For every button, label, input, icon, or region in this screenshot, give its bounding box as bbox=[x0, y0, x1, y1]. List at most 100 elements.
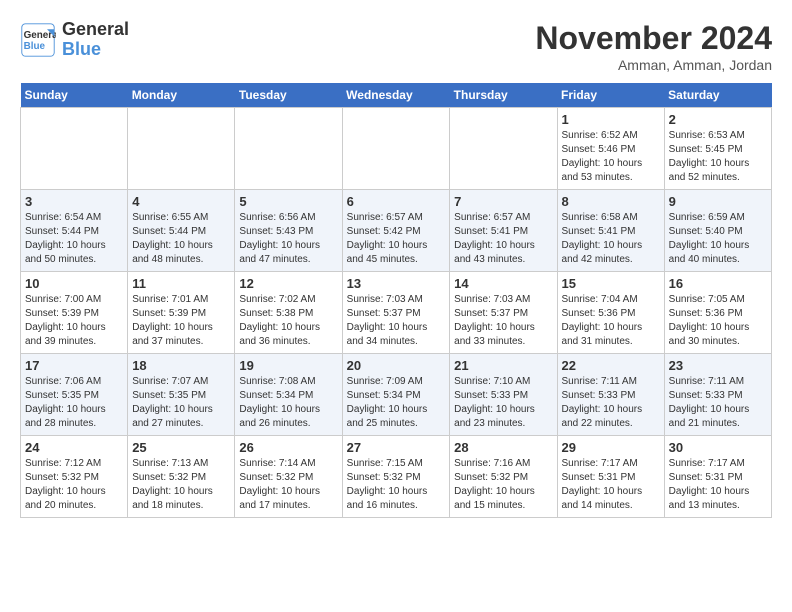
calendar-cell: 21Sunrise: 7:10 AMSunset: 5:33 PMDayligh… bbox=[450, 354, 557, 436]
day-number: 29 bbox=[562, 440, 660, 455]
day-number: 17 bbox=[25, 358, 123, 373]
day-number: 5 bbox=[239, 194, 337, 209]
calendar-cell: 12Sunrise: 7:02 AMSunset: 5:38 PMDayligh… bbox=[235, 272, 342, 354]
day-info: Sunrise: 7:04 AMSunset: 5:36 PMDaylight:… bbox=[562, 293, 660, 349]
calendar-cell: 25 Sunrise: 7:13 AMSunset: 5:32 PMDayligh… bbox=[128, 436, 235, 518]
calendar-cell: 20 Sunrise: 7:09 AMSunset: 5:34 PMDayligh… bbox=[342, 354, 450, 436]
day-number: 27 bbox=[347, 440, 446, 455]
day-info: Sunrise: 7:17 AMSunset: 5:31 PMDaylight:… bbox=[562, 457, 660, 513]
calendar-cell: 15 Sunrise: 7:04 AMSunset: 5:36 PMDayligh… bbox=[557, 272, 664, 354]
col-header-friday: Friday bbox=[557, 83, 664, 108]
calendar-cell: 11 Sunrise: 7:01 AMSunset: 5:39 PMDayligh… bbox=[128, 272, 235, 354]
day-info: Sunrise: 6:52 AMSunset: 5:46 PMDaylight:… bbox=[562, 129, 660, 185]
calendar-cell: 6Sunrise: 6:57 AMSunset: 5:42 PMDaylight… bbox=[342, 190, 450, 272]
day-info: Sunrise: 7:13 AMSunset: 5:32 PMDaylight:… bbox=[132, 457, 230, 513]
calendar-cell: 18 Sunrise: 7:07 AMSunset: 5:35 PMDayligh… bbox=[128, 354, 235, 436]
day-number: 22 bbox=[562, 358, 660, 373]
day-number: 9 bbox=[669, 194, 767, 209]
day-info: Sunrise: 6:55 AMSunset: 5:44 PMDaylight:… bbox=[132, 211, 230, 267]
calendar-table: SundayMondayTuesdayWednesdayThursdayFrid… bbox=[20, 83, 772, 518]
day-info: Sunrise: 7:11 AMSunset: 5:33 PMDaylight:… bbox=[562, 375, 660, 431]
title-area: November 2024 Amman, Amman, Jordan bbox=[535, 20, 772, 73]
calendar-cell: 1 Sunrise: 6:52 AMSunset: 5:46 PMDaylight… bbox=[557, 108, 664, 190]
calendar-cell bbox=[450, 108, 557, 190]
day-number: 8 bbox=[562, 194, 660, 209]
day-number: 25 bbox=[132, 440, 230, 455]
day-info: Sunrise: 7:15 AMSunset: 5:32 PMDaylight:… bbox=[347, 457, 446, 513]
svg-text:Blue: Blue bbox=[24, 41, 46, 52]
day-info: Sunrise: 6:57 AMSunset: 5:41 PMDaylight:… bbox=[454, 211, 552, 267]
day-info: Sunrise: 7:16 AMSunset: 5:32 PMDaylight:… bbox=[454, 457, 552, 513]
day-info: Sunrise: 7:14 AMSunset: 5:32 PMDaylight:… bbox=[239, 457, 337, 513]
day-number: 2 bbox=[669, 112, 767, 127]
day-info: Sunrise: 7:03 AMSunset: 5:37 PMDaylight:… bbox=[454, 293, 552, 349]
month-title: November 2024 bbox=[535, 20, 772, 57]
day-info: Sunrise: 7:09 AMSunset: 5:34 PMDaylight:… bbox=[347, 375, 446, 431]
day-number: 15 bbox=[562, 276, 660, 291]
day-number: 3 bbox=[25, 194, 123, 209]
day-number: 24 bbox=[25, 440, 123, 455]
calendar-cell: 22 Sunrise: 7:11 AMSunset: 5:33 PMDayligh… bbox=[557, 354, 664, 436]
col-header-monday: Monday bbox=[128, 83, 235, 108]
calendar-cell: 28 Sunrise: 7:16 AMSunset: 5:32 PMDayligh… bbox=[450, 436, 557, 518]
calendar-cell bbox=[235, 108, 342, 190]
calendar-week-1: 1 Sunrise: 6:52 AMSunset: 5:46 PMDaylight… bbox=[21, 108, 772, 190]
calendar-week-4: 17 Sunrise: 7:06 AMSunset: 5:35 PMDayligh… bbox=[21, 354, 772, 436]
day-number: 18 bbox=[132, 358, 230, 373]
day-info: Sunrise: 7:02 AMSunset: 5:38 PMDaylight:… bbox=[239, 293, 337, 349]
day-number: 23 bbox=[669, 358, 767, 373]
day-info: Sunrise: 7:00 AMSunset: 5:39 PMDaylight:… bbox=[25, 293, 123, 349]
calendar-cell: 10 Sunrise: 7:00 AMSunset: 5:39 PMDayligh… bbox=[21, 272, 128, 354]
day-info: Sunrise: 7:07 AMSunset: 5:35 PMDaylight:… bbox=[132, 375, 230, 431]
day-number: 11 bbox=[132, 276, 230, 291]
calendar-cell: 9 Sunrise: 6:59 AMSunset: 5:40 PMDaylight… bbox=[664, 190, 771, 272]
day-info: Sunrise: 7:11 AMSunset: 5:33 PMDaylight:… bbox=[669, 375, 767, 431]
day-number: 14 bbox=[454, 276, 552, 291]
calendar-cell: 2 Sunrise: 6:53 AMSunset: 5:45 PMDaylight… bbox=[664, 108, 771, 190]
day-number: 4 bbox=[132, 194, 230, 209]
calendar-cell: 17 Sunrise: 7:06 AMSunset: 5:35 PMDayligh… bbox=[21, 354, 128, 436]
col-header-wednesday: Wednesday bbox=[342, 83, 450, 108]
day-info: Sunrise: 7:17 AMSunset: 5:31 PMDaylight:… bbox=[669, 457, 767, 513]
calendar-cell bbox=[342, 108, 450, 190]
calendar-cell: 24 Sunrise: 7:12 AMSunset: 5:32 PMDayligh… bbox=[21, 436, 128, 518]
day-number: 13 bbox=[347, 276, 446, 291]
day-number: 16 bbox=[669, 276, 767, 291]
logo-icon: General Blue bbox=[20, 22, 56, 58]
day-number: 26 bbox=[239, 440, 337, 455]
col-header-sunday: Sunday bbox=[21, 83, 128, 108]
calendar-cell: 27 Sunrise: 7:15 AMSunset: 5:32 PMDayligh… bbox=[342, 436, 450, 518]
day-info: Sunrise: 6:53 AMSunset: 5:45 PMDaylight:… bbox=[669, 129, 767, 185]
day-number: 30 bbox=[669, 440, 767, 455]
day-info: Sunrise: 7:10 AMSunset: 5:33 PMDaylight:… bbox=[454, 375, 552, 431]
day-info: Sunrise: 7:03 AMSunset: 5:37 PMDaylight:… bbox=[347, 293, 446, 349]
calendar-cell bbox=[128, 108, 235, 190]
day-info: Sunrise: 6:54 AMSunset: 5:44 PMDaylight:… bbox=[25, 211, 123, 267]
col-header-thursday: Thursday bbox=[450, 83, 557, 108]
day-number: 10 bbox=[25, 276, 123, 291]
day-info: Sunrise: 6:59 AMSunset: 5:40 PMDaylight:… bbox=[669, 211, 767, 267]
day-info: Sunrise: 7:01 AMSunset: 5:39 PMDaylight:… bbox=[132, 293, 230, 349]
logo-text: General Blue bbox=[62, 20, 129, 60]
calendar-cell: 14 Sunrise: 7:03 AMSunset: 5:37 PMDayligh… bbox=[450, 272, 557, 354]
calendar-cell: 23 Sunrise: 7:11 AMSunset: 5:33 PMDayligh… bbox=[664, 354, 771, 436]
calendar-cell bbox=[21, 108, 128, 190]
calendar-cell: 29 Sunrise: 7:17 AMSunset: 5:31 PMDayligh… bbox=[557, 436, 664, 518]
day-info: Sunrise: 6:57 AMSunset: 5:42 PMDaylight:… bbox=[347, 211, 446, 267]
day-info: Sunrise: 7:08 AMSunset: 5:34 PMDaylight:… bbox=[239, 375, 337, 431]
day-number: 20 bbox=[347, 358, 446, 373]
calendar-cell: 30 Sunrise: 7:17 AMSunset: 5:31 PMDayligh… bbox=[664, 436, 771, 518]
day-number: 7 bbox=[454, 194, 552, 209]
day-info: Sunrise: 7:12 AMSunset: 5:32 PMDaylight:… bbox=[25, 457, 123, 513]
calendar-cell: 13 Sunrise: 7:03 AMSunset: 5:37 PMDayligh… bbox=[342, 272, 450, 354]
calendar-cell: 19Sunrise: 7:08 AMSunset: 5:34 PMDayligh… bbox=[235, 354, 342, 436]
calendar-week-3: 10 Sunrise: 7:00 AMSunset: 5:39 PMDayligh… bbox=[21, 272, 772, 354]
calendar-cell: 3 Sunrise: 6:54 AMSunset: 5:44 PMDaylight… bbox=[21, 190, 128, 272]
calendar-week-2: 3 Sunrise: 6:54 AMSunset: 5:44 PMDaylight… bbox=[21, 190, 772, 272]
col-header-saturday: Saturday bbox=[664, 83, 771, 108]
day-number: 1 bbox=[562, 112, 660, 127]
calendar-cell: 8 Sunrise: 6:58 AMSunset: 5:41 PMDaylight… bbox=[557, 190, 664, 272]
day-info: Sunrise: 7:06 AMSunset: 5:35 PMDaylight:… bbox=[25, 375, 123, 431]
day-info: Sunrise: 6:58 AMSunset: 5:41 PMDaylight:… bbox=[562, 211, 660, 267]
day-number: 28 bbox=[454, 440, 552, 455]
